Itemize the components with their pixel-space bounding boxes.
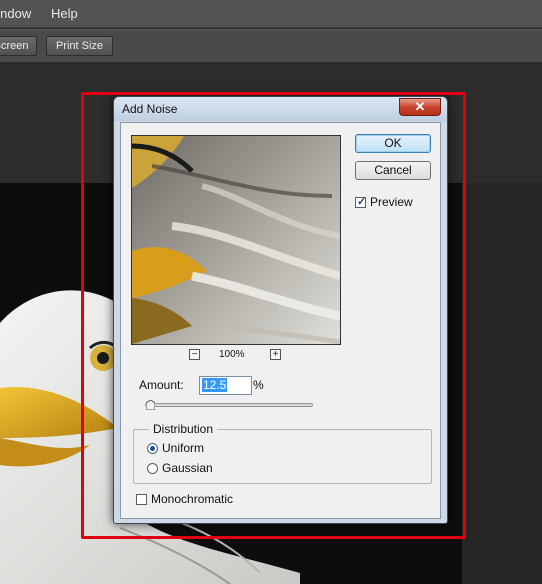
- uniform-label: Uniform: [162, 441, 205, 455]
- preview-label: Preview: [370, 195, 413, 209]
- amount-slider-track[interactable]: [145, 403, 313, 407]
- menu-window[interactable]: Window: [0, 6, 31, 21]
- fill-screen-button[interactable]: Fill Screen: [0, 36, 37, 56]
- amount-slider-thumb[interactable]: [146, 400, 156, 410]
- noise-preview[interactable]: [131, 135, 341, 345]
- dialog-content: − 100% + OK Cancel ✓ Preview Amount: 12.…: [120, 122, 441, 519]
- gaussian-label: Gaussian: [162, 461, 213, 475]
- gaussian-radio[interactable]: [147, 463, 158, 474]
- radio-selected-dot: [150, 446, 155, 451]
- close-icon: ✕: [414, 99, 426, 114]
- photoshop-window: Window Help Fill Screen Print Size: [0, 0, 542, 584]
- distribution-group: [133, 429, 432, 484]
- feather-preview-image: [132, 136, 340, 344]
- dialog-title: Add Noise: [122, 102, 178, 116]
- menu-help[interactable]: Help: [51, 6, 78, 21]
- menu-bar: Window Help: [0, 0, 542, 28]
- add-noise-dialog: Add Noise ✕ − 100% + OK Cancel ✓ Preview…: [113, 96, 448, 524]
- plus-icon: +: [272, 349, 279, 360]
- dialog-titlebar[interactable]: Add Noise ✕: [114, 97, 447, 121]
- close-button[interactable]: ✕: [399, 98, 441, 116]
- amount-label: Amount:: [139, 378, 184, 392]
- zoom-level: 100%: [219, 349, 245, 360]
- uniform-radio[interactable]: [147, 443, 158, 454]
- zoom-out-button[interactable]: −: [189, 349, 200, 360]
- checkmark-icon: ✓: [357, 196, 367, 208]
- cancel-button[interactable]: Cancel: [355, 161, 431, 180]
- amount-unit: %: [253, 378, 264, 392]
- print-size-button[interactable]: Print Size: [46, 36, 113, 56]
- options-bar: Fill Screen Print Size: [0, 29, 542, 63]
- zoom-controls: − 100% +: [131, 349, 341, 363]
- preview-checkbox[interactable]: ✓: [355, 196, 367, 208]
- workspace-background: [462, 183, 542, 584]
- monochromatic-checkbox[interactable]: [136, 494, 147, 505]
- ok-button[interactable]: OK: [355, 134, 431, 153]
- zoom-in-button[interactable]: +: [270, 349, 281, 360]
- distribution-title: Distribution: [149, 422, 218, 436]
- monochromatic-label: Monochromatic: [151, 492, 234, 506]
- amount-value: 12.5: [202, 378, 228, 392]
- minus-icon: −: [191, 349, 198, 360]
- amount-input[interactable]: 12.5: [199, 376, 252, 395]
